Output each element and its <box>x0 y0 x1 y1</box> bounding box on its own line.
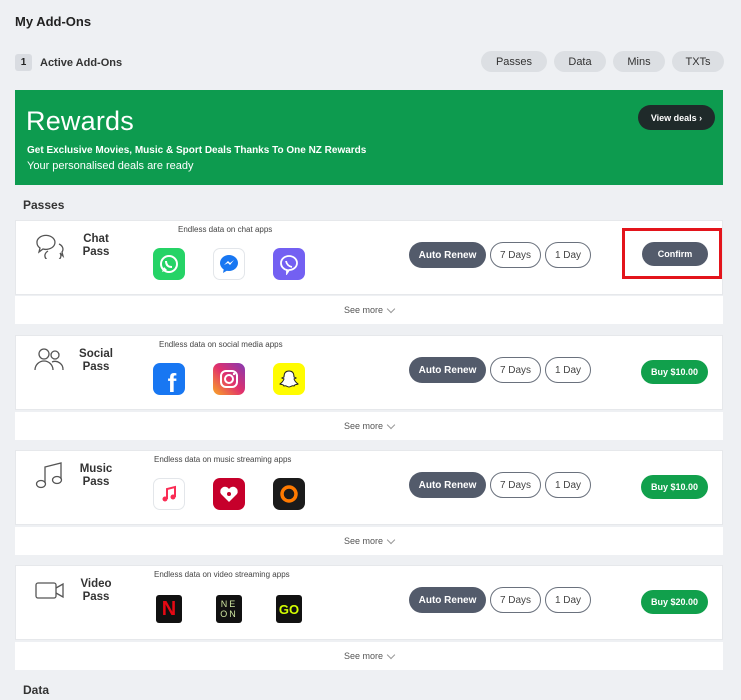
pass-name-line2: Pass <box>82 246 110 258</box>
see-more-label: See more <box>343 421 384 431</box>
seven-days-option[interactable]: 7 Days <box>490 242 541 268</box>
pass-name: Music Pass <box>74 463 118 489</box>
pass-name: Chat Pass <box>74 233 118 259</box>
buy-button[interactable]: Buy $10.00 <box>641 475 708 499</box>
chevron-down-icon <box>386 650 396 659</box>
video-pass-card: Video Pass Endless data on video streami… <box>15 565 723 640</box>
page-title: My Add-Ons <box>15 14 92 29</box>
go-icon: GO <box>273 593 305 625</box>
seven-days-option[interactable]: 7 Days <box>490 472 541 498</box>
confirm-button[interactable]: Confirm <box>642 242 708 266</box>
app-list: N NE ON GO <box>153 593 305 625</box>
pass-name: Social Pass <box>74 348 118 374</box>
one-day-option[interactable]: 1 Day <box>545 357 591 383</box>
rewards-banner: Rewards Get Exclusive Movies, Music & Sp… <box>15 90 723 185</box>
pass-description: Endless data on video streaming apps <box>154 570 290 579</box>
confirm-highlight: Confirm <box>622 228 722 279</box>
seven-days-option[interactable]: 7 Days <box>490 357 541 383</box>
auto-renew-button[interactable]: Auto Renew <box>409 242 486 268</box>
rewards-title: Rewards <box>26 106 134 136</box>
buy-button[interactable]: Buy $20.00 <box>641 590 708 614</box>
pass-description: Endless data on social media apps <box>159 340 283 349</box>
filter-passes[interactable]: Passes <box>481 51 547 72</box>
neon-icon: NE ON <box>213 593 245 625</box>
one-day-option[interactable]: 1 Day <box>545 242 591 268</box>
pass-name: Video Pass <box>74 578 118 604</box>
active-count-badge: 1 <box>15 54 32 71</box>
pass-name-line1: Video <box>80 578 112 590</box>
pass-name-line1: Music <box>79 463 113 475</box>
netflix-letter: N <box>161 597 177 620</box>
pass-name-line1: Chat <box>83 233 109 245</box>
renew-options: Auto Renew 7 Days 1 Day <box>409 587 591 613</box>
other-music-icon <box>273 478 305 510</box>
facebook-letter: f <box>167 367 177 396</box>
pass-name-line1: Social <box>79 348 113 360</box>
app-list <box>153 248 305 280</box>
see-more-label: See more <box>343 305 384 315</box>
see-more-label: See more <box>343 536 384 546</box>
view-deals-button[interactable]: View deals › <box>638 105 715 130</box>
filter-pills: Passes Data Mins TXTs <box>481 51 724 72</box>
section-title-data: Data <box>23 683 50 697</box>
iheartradio-icon <box>213 478 245 510</box>
netflix-icon: N <box>153 593 185 625</box>
rewards-subtitle: Get Exclusive Movies, Music & Sport Deal… <box>27 145 367 156</box>
pass-name-line2: Pass <box>82 361 110 373</box>
renew-options: Auto Renew 7 Days 1 Day <box>409 472 591 498</box>
instagram-icon <box>213 363 245 395</box>
see-more-music[interactable]: See more <box>15 527 723 555</box>
pass-name-line2: Pass <box>82 476 110 488</box>
chevron-down-icon <box>386 420 396 429</box>
see-more-video[interactable]: See more <box>15 642 723 670</box>
active-addons: 1 Active Add-Ons <box>15 54 122 71</box>
messenger-icon <box>213 248 245 280</box>
renew-options: Auto Renew 7 Days 1 Day <box>409 242 591 268</box>
video-camera-icon <box>35 582 64 599</box>
chat-pass-card: Chat Pass Endless data on chat apps Auto… <box>15 220 723 295</box>
music-pass-card: Music Pass Endless data on music streami… <box>15 450 723 525</box>
whatsapp-icon <box>153 248 185 280</box>
pass-description: Endless data on music streaming apps <box>154 455 292 464</box>
pass-name-line2: Pass <box>82 591 110 603</box>
social-pass-card: Social Pass Endless data on social media… <box>15 335 723 410</box>
neon-text-top: NE <box>220 599 238 609</box>
facebook-icon: f <box>153 363 185 395</box>
auto-renew-button[interactable]: Auto Renew <box>409 472 486 498</box>
auto-renew-button[interactable]: Auto Renew <box>409 587 486 613</box>
chevron-down-icon <box>386 304 396 313</box>
people-icon <box>34 348 64 371</box>
see-more-chat[interactable]: See more <box>15 296 723 324</box>
app-list: f <box>153 363 305 395</box>
one-day-option[interactable]: 1 Day <box>545 587 591 613</box>
app-list <box>153 478 305 510</box>
see-more-social[interactable]: See more <box>15 412 723 440</box>
seven-days-option[interactable]: 7 Days <box>490 587 541 613</box>
filter-txts[interactable]: TXTs <box>672 51 724 72</box>
auto-renew-button[interactable]: Auto Renew <box>409 357 486 383</box>
buy-button[interactable]: Buy $10.00 <box>641 360 708 384</box>
rewards-subtitle-2: Your personalised deals are ready <box>27 160 194 172</box>
viber-icon <box>273 248 305 280</box>
active-addons-label: Active Add-Ons <box>40 56 123 69</box>
snapchat-icon <box>273 363 305 395</box>
renew-options: Auto Renew 7 Days 1 Day <box>409 357 591 383</box>
apple-music-icon <box>153 478 185 510</box>
chevron-down-icon <box>386 535 396 544</box>
filter-data[interactable]: Data <box>554 51 606 72</box>
pass-description: Endless data on chat apps <box>178 225 273 234</box>
one-day-option[interactable]: 1 Day <box>545 472 591 498</box>
section-title-passes: Passes <box>23 198 65 212</box>
filter-mins[interactable]: Mins <box>613 51 665 72</box>
see-more-label: See more <box>343 651 384 661</box>
neon-text-bottom: ON <box>220 609 238 619</box>
chat-bubbles-icon <box>36 234 65 259</box>
music-note-icon <box>35 462 63 489</box>
go-text: GO <box>278 601 300 617</box>
